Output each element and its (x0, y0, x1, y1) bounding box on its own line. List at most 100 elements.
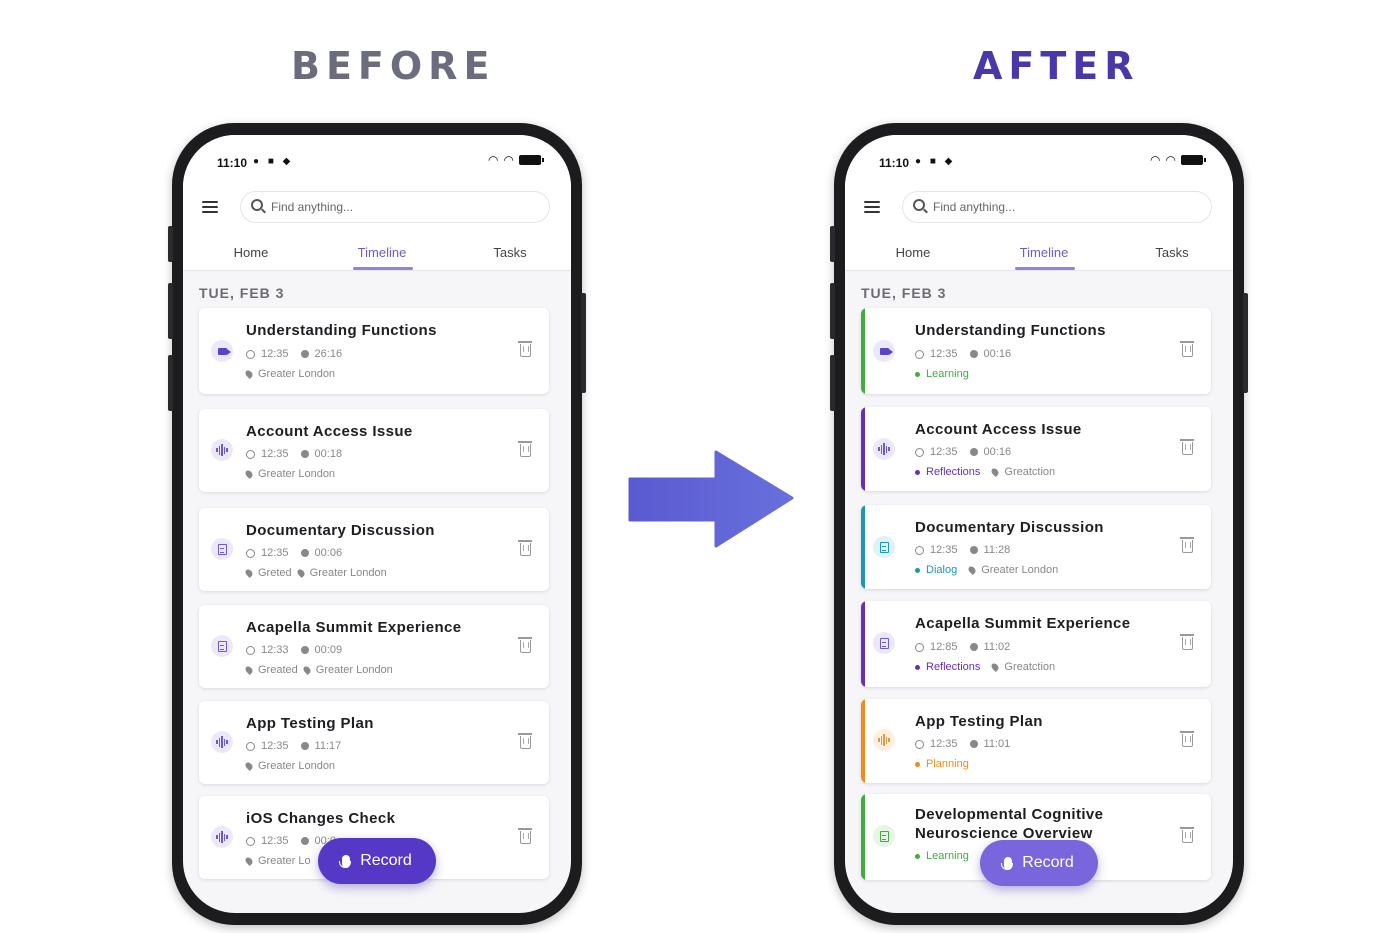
tab-timeline[interactable]: Timeline (1020, 245, 1069, 260)
category-tag[interactable]: Reflections (926, 466, 980, 478)
record-button[interactable]: Record (318, 838, 436, 884)
search-icon (251, 199, 263, 211)
card-time: 12:35 (261, 835, 289, 847)
waveform-icon (211, 439, 233, 461)
timeline-card[interactable]: Acapella Summit Experience 12:85 11:02 R… (861, 601, 1211, 687)
timeline-card[interactable]: App Testing Plan 12:35 11:17 Greater Lon… (199, 701, 549, 784)
hamburger-menu-icon[interactable] (202, 201, 218, 215)
location-pin-icon (301, 665, 312, 675)
search-icon (913, 199, 925, 211)
category-tag[interactable]: Reflections (926, 661, 980, 673)
tag-dot (915, 761, 920, 767)
tab-home[interactable]: Home (896, 245, 931, 260)
card-title: Understanding Functions (246, 322, 437, 339)
card-location: Greater Lo (258, 855, 311, 867)
delete-icon[interactable] (518, 733, 532, 749)
timeline-card[interactable]: App Testing Plan 12:35 11:01 Planning (861, 699, 1211, 783)
timer-icon (969, 740, 978, 748)
delete-icon[interactable] (1180, 439, 1194, 455)
clock-icon (915, 642, 924, 652)
category-accent-bar (861, 407, 865, 491)
delete-icon[interactable] (518, 828, 532, 844)
video-icon (873, 340, 895, 362)
category-tag[interactable]: Dialog (926, 564, 957, 576)
clock-icon (246, 548, 255, 558)
timeline-card[interactable]: Understanding Functions 12:35 26:16 Grea… (199, 308, 549, 394)
delete-icon[interactable] (1180, 634, 1194, 650)
document-icon (873, 536, 895, 558)
card-duration: 26:16 (314, 348, 343, 360)
status-right-icons: ◠ ◠ (488, 153, 544, 167)
category-tag[interactable]: Learning (926, 850, 969, 862)
card-meta: 12:33 00:09 (246, 644, 342, 656)
category-tag[interactable]: Learning (926, 368, 969, 380)
delete-icon[interactable] (1180, 537, 1194, 553)
power-button (1243, 293, 1248, 393)
timer-icon (300, 350, 309, 358)
before-screen: 11:10 ● ■ ◆ ◠ ◠ Home Timeline Tasks (183, 135, 571, 913)
status-bar: 11:10 ● ■ ◆ ◠ ◠ (845, 135, 1233, 189)
tag-dot (915, 567, 920, 573)
app-bar (183, 189, 571, 231)
timeline-card[interactable]: Account Access Issue 12:35 00:18 Greater… (199, 409, 549, 492)
before-heading: BEFORE (291, 44, 496, 88)
status-time: 11:10 (217, 156, 248, 170)
waveform-icon (873, 729, 895, 751)
delete-icon[interactable] (1180, 341, 1194, 357)
timer-icon (969, 546, 978, 554)
tab-tasks[interactable]: Tasks (493, 245, 526, 260)
card-location-row: Greater Lo (244, 855, 311, 867)
tab-tasks[interactable]: Tasks (1155, 245, 1188, 260)
category-accent-bar (861, 308, 865, 394)
card-title: Acapella Summit Experience (246, 619, 462, 636)
wifi-icon: ◠ (1150, 153, 1161, 167)
document-icon (211, 538, 233, 560)
card-meta: 12:35 00:18 (246, 448, 342, 460)
card-title: iOS Changes Check (246, 810, 396, 827)
timeline-card[interactable]: Documentary Discussion 12:35 11:28 Dialo… (861, 505, 1211, 589)
search-bar[interactable] (902, 191, 1212, 223)
card-status: Greted (258, 567, 292, 579)
category-tag[interactable]: Planning (926, 758, 969, 770)
card-time: 12:35 (261, 448, 289, 460)
card-location-row: Greater London (244, 368, 335, 380)
volume-button (168, 283, 173, 339)
document-icon (873, 632, 895, 654)
card-tag-row: Learning (915, 850, 969, 862)
card-tag-row: Reflections Greatction (915, 661, 1055, 673)
clock-icon (915, 739, 924, 749)
tab-home[interactable]: Home (234, 245, 269, 260)
card-tag-row: Dialog Greater London (915, 564, 1058, 576)
category-accent-bar (861, 505, 865, 589)
search-input[interactable] (933, 199, 1193, 215)
waveform-icon (211, 731, 233, 753)
delete-icon[interactable] (518, 441, 532, 457)
delete-icon[interactable] (1180, 731, 1194, 747)
delete-icon[interactable] (518, 341, 532, 357)
card-location-row: Greater London (244, 760, 335, 772)
tag-dot (915, 469, 920, 475)
search-input[interactable] (271, 199, 531, 215)
delete-icon[interactable] (518, 540, 532, 556)
card-time: 12:35 (930, 544, 958, 556)
delete-icon[interactable] (1180, 827, 1194, 843)
delete-icon[interactable] (518, 637, 532, 653)
timeline-card[interactable]: Acapella Summit Experience 12:33 00:09 G… (199, 605, 549, 688)
app-bar (845, 189, 1233, 231)
card-location-row: Greated Greater London (244, 664, 393, 676)
timeline-card[interactable]: Understanding Functions 12:35 00:16 Lear… (861, 308, 1211, 394)
search-bar[interactable] (240, 191, 550, 223)
card-title: Understanding Functions (915, 322, 1106, 339)
timeline-card[interactable]: Account Access Issue 12:35 00:16 Reflect… (861, 407, 1211, 491)
tab-timeline[interactable]: Timeline (358, 245, 407, 260)
video-icon (211, 340, 233, 362)
card-duration: 00:09 (314, 644, 343, 656)
card-location: Greater London (981, 564, 1059, 576)
record-button[interactable]: Record (980, 840, 1098, 886)
card-title: App Testing Plan (246, 715, 374, 732)
card-title: Documentary Discussion (915, 519, 1104, 536)
location-pin-icon (244, 665, 254, 675)
hamburger-menu-icon[interactable] (864, 201, 880, 215)
card-time: 12:85 (930, 641, 958, 653)
timeline-card[interactable]: Documentary Discussion 12:35 00:06 Grete… (199, 508, 549, 591)
